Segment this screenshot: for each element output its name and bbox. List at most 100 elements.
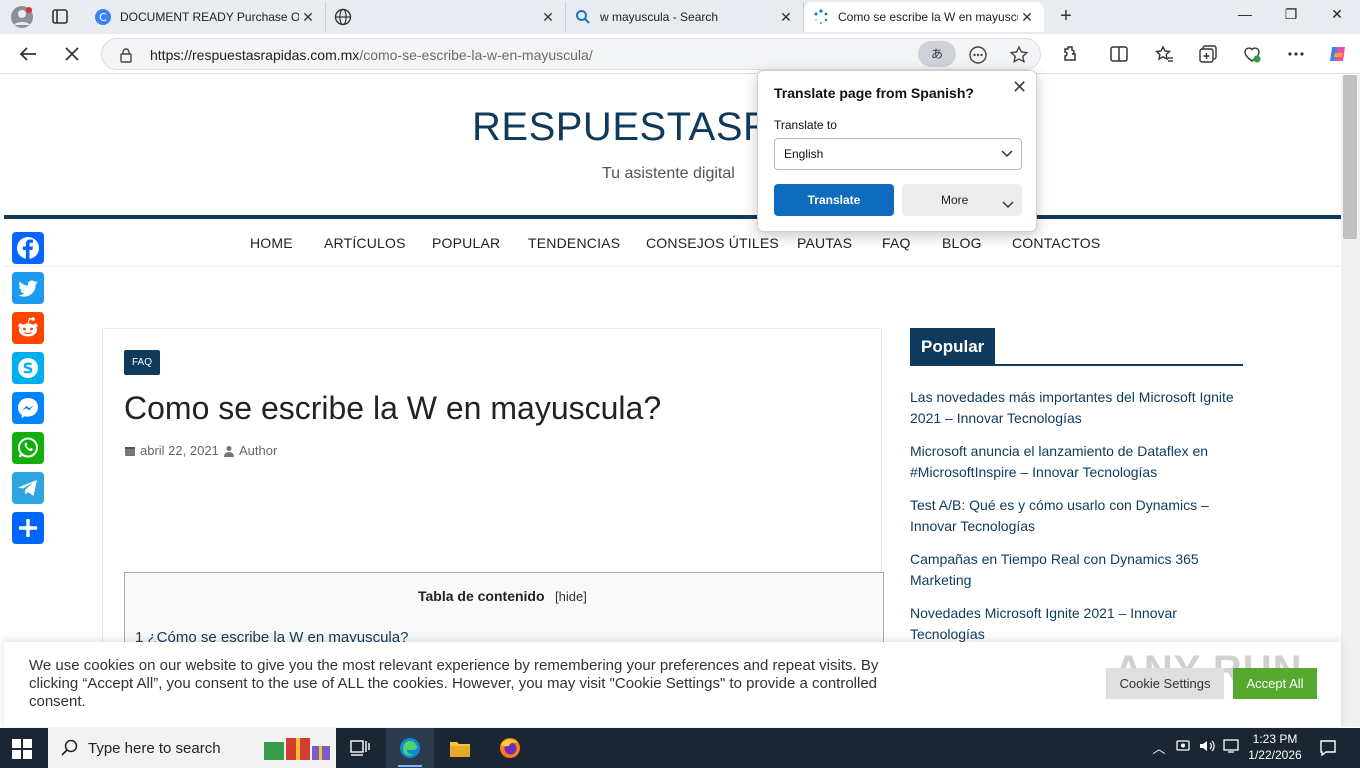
chevron-down-icon [999,145,1015,161]
url-host: https://respuestasrapidas.com.mx [150,47,360,63]
tab-document-ready[interactable]: C DOCUMENT READY Purchase Orde ✕ [86,2,326,32]
translate-button[interactable]: Translate [774,184,894,216]
volume-icon[interactable] [1198,738,1216,758]
category-badge[interactable]: FAQ [124,350,161,375]
twitter-share-button[interactable] [12,272,44,304]
menu-item-consejos[interactable]: CONSEJOS ÚTILES [646,235,779,251]
more-options-button[interactable]: More [902,184,1022,216]
cookie-banner: We use cookies on our website to give yo… [4,642,1341,727]
facebook-share-button[interactable] [12,232,44,264]
calendar-icon [125,446,135,456]
profile-icon[interactable] [10,5,34,29]
active-app-indicator [398,765,422,767]
network-icon[interactable] [1222,738,1240,758]
menu-item-articulos[interactable]: ARTÍCULOS [324,235,406,251]
close-icon[interactable]: ✕ [777,9,795,26]
url-text[interactable]: https://respuestasrapidas.com.mx/como-se… [150,47,593,63]
site-tagline: Tu asistente digital [602,165,735,182]
tray-overflow-icon[interactable]: ︿ [1150,738,1168,758]
split-screen-icon[interactable] [1107,42,1131,66]
favorites-icon[interactable] [1152,42,1176,66]
tab-search[interactable]: w mayuscula - Search ✕ [566,2,804,32]
minimize-icon[interactable]: — [1230,6,1260,28]
sidebar-divider [910,364,1243,366]
popular-link[interactable]: Campañas en Tiempo Real con Dynamics 365… [910,549,1240,591]
address-toolbar: https://respuestasrapidas.com.mx/como-se… [0,34,1360,74]
menu-item-pautas[interactable]: PAUTAS [797,235,852,251]
search-highlight-gifts-icon [262,734,332,762]
windows-start-icon[interactable] [12,739,32,759]
close-icon[interactable]: ✕ [1018,9,1036,26]
toc-hide-link[interactable]: [hide] [555,589,587,604]
telegram-share-button[interactable] [12,472,44,504]
lock-icon[interactable] [118,47,134,63]
cookie-settings-button[interactable]: Cookie Settings [1106,668,1224,699]
whatsapp-share-button[interactable] [12,432,44,464]
popular-link[interactable]: Novedades Microsoft Ignite 2021 – Innova… [910,603,1240,645]
browser-essentials-icon[interactable] [966,43,990,67]
add-share-button[interactable] [12,512,44,544]
file-explorer-icon[interactable] [436,728,484,768]
tab-actions-icon[interactable] [48,6,72,28]
site-title[interactable]: RESPUESTASRA [472,105,800,150]
edge-app-icon[interactable] [386,728,434,768]
close-icon[interactable]: ✕ [299,9,317,26]
loading-spinner-icon [812,8,830,26]
menu-item-faq[interactable]: FAQ [882,235,911,251]
popular-link[interactable]: Test A/B: Qué es y cómo usarlo con Dynam… [910,495,1240,537]
translate-page-button[interactable]: あ [918,41,956,67]
meet-now-icon[interactable] [1174,738,1192,758]
tab-title: Como se escribe la W en mayuscu [838,10,1018,24]
post-date-text: abril 22, 2021 [140,443,219,458]
globe-icon [334,8,352,26]
taskbar-search-box[interactable]: Type here to search [48,728,336,768]
menu-item-contactos[interactable]: CONTACTOS [1012,235,1100,251]
language-select[interactable]: English [774,138,1022,170]
collections-icon[interactable] [1196,42,1220,66]
restore-icon[interactable]: ❐ [1276,6,1306,28]
back-icon[interactable] [16,42,40,66]
menu-item-home[interactable]: HOME [250,235,293,251]
favorite-star-icon[interactable] [1007,43,1031,67]
copilot-icon[interactable] [1326,42,1350,66]
page-scrollbar[interactable] [1341,75,1360,727]
popular-link[interactable]: Microsoft anuncia el lanzamiento de Data… [910,441,1240,483]
firefox-icon[interactable] [486,728,534,768]
popular-link[interactable]: Las novedades más importantes del Micros… [910,387,1240,429]
article-title: Como se escribe la W en mayuscula? [124,390,662,426]
close-icon[interactable]: ✕ [539,9,557,26]
settings-more-icon[interactable] [1284,42,1308,66]
tab-title: w mayuscula - Search [600,10,719,24]
post-author[interactable]: Author [223,443,277,458]
browser-health-icon[interactable] [1240,42,1264,66]
notifications-icon[interactable] [1318,738,1338,758]
system-clock[interactable]: 1:23 PM 1/22/2026 [1245,731,1305,763]
task-view-icon[interactable] [336,728,384,768]
extensions-icon[interactable] [1059,42,1083,66]
messenger-share-button[interactable] [12,392,44,424]
post-author-text: Author [239,443,278,458]
browser-tab-bar: C DOCUMENT READY Purchase Orde ✕ ✕ w may… [0,0,1360,34]
accept-all-button[interactable]: Accept All [1233,668,1317,699]
address-bar[interactable]: https://respuestasrapidas.com.mx/como-se… [101,38,1041,70]
more-label: More [941,193,969,207]
window-close-icon[interactable]: ✕ [1322,6,1352,28]
reddit-share-button[interactable] [12,312,44,344]
clock-date: 1/22/2026 [1248,748,1302,762]
stop-loading-icon[interactable] [60,42,84,66]
user-icon [224,445,234,457]
skype-share-button[interactable]: S [12,352,44,384]
new-tab-icon[interactable]: + [1054,6,1078,28]
menu-item-tendencias[interactable]: TENDENCIAS [528,235,620,251]
post-date[interactable]: abril 22, 2021 [124,443,219,458]
search-icon [574,8,592,26]
tab-globe[interactable]: ✕ [326,2,566,32]
scrollbar-thumb[interactable] [1343,75,1357,239]
menu-item-blog[interactable]: BLOG [942,235,982,251]
web-page: RESPUESTASRA Tu asistente digital HOME A… [4,75,1341,727]
svg-text:S: S [23,360,34,378]
menu-item-popular[interactable]: POPULAR [432,235,500,251]
tab-active-article[interactable]: Como se escribe la W en mayuscu ✕ [804,2,1044,32]
close-icon[interactable]: ✕ [1012,77,1027,98]
main-menu: HOME ARTÍCULOS POPULAR TENDENCIAS CONSEJ… [4,219,1341,267]
